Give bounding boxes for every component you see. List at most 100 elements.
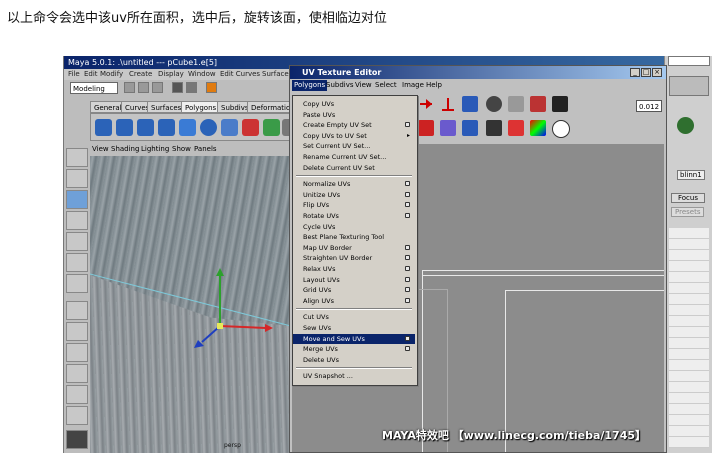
shaded-icon[interactable] [486,120,502,136]
minimize-icon[interactable]: _ [630,68,640,77]
flip-u-icon[interactable] [418,96,434,112]
panel-menu-lighting[interactable]: Lighting [141,145,169,153]
uv-menu-select[interactable]: Select [375,81,397,89]
perspective-viewport[interactable] [90,156,291,453]
rotate-tool-icon[interactable] [66,211,88,230]
menu-item-best-plane-texturing-tool[interactable]: Best Plane Texturing Tool [293,232,415,242]
poly-cube-icon[interactable] [116,119,133,136]
panel-menu-shading[interactable]: Shading [111,145,139,153]
dim-image-icon[interactable] [530,96,546,112]
menu-item-delete-uvs[interactable]: Delete UVs [293,355,415,365]
poly-cylinder-icon[interactable] [137,119,154,136]
menu-item-map-uv-border[interactable]: Map UV Border [293,243,415,253]
menu-item-delete-current-uv-set[interactable]: Delete Current UV Set [293,163,415,173]
panel-menu-view[interactable]: View [92,145,109,153]
poly-extrude-icon[interactable] [263,119,280,136]
menu-item-grid-uvs[interactable]: Grid UVs [293,285,415,295]
menu-item-set-current-uv-set[interactable]: Set Current UV Set... [293,141,415,151]
open-icon[interactable] [138,82,149,93]
presets-button[interactable]: Presets [671,207,705,217]
menu-item-merge-uvs[interactable]: Merge UVs [293,344,415,354]
poly-cone-icon[interactable] [158,119,175,136]
uv-menu-polygons[interactable]: Polygons [292,80,328,91]
option-box-icon[interactable] [405,122,410,128]
menu-item-normalize-uvs[interactable]: Normalize UVs [293,179,415,189]
attribute-field-list[interactable] [669,228,709,448]
component-mode-icon[interactable] [186,82,197,93]
rotate-uv-icon[interactable] [418,120,434,136]
display-image-icon[interactable] [486,96,502,112]
menu-item-cut-uvs[interactable]: Cut UVs [293,312,415,322]
menu-item-unitize-uvs[interactable]: Unitize UVs [293,190,415,200]
menu-item-cycle-uvs[interactable]: Cycle UVs [293,222,415,232]
last-tool-icon[interactable] [66,274,88,293]
shelf-tab-surfaces[interactable]: Surfaces [147,101,186,113]
scale-tool-icon[interactable] [66,232,88,251]
layout-two-icon[interactable] [66,343,88,362]
option-box-icon[interactable] [405,213,410,218]
snap-icon[interactable] [206,82,217,93]
maya-menu-edit[interactable]: Edit [84,70,98,78]
option-box-icon[interactable] [405,297,410,303]
select-tool-icon[interactable] [66,148,88,167]
menu-item-copy-uvs[interactable]: Copy UVs [293,99,415,109]
shelf-tab-polygons[interactable]: Polygons [181,101,221,113]
maya-menu-display[interactable]: Display [158,70,184,78]
poly-plane-icon[interactable] [179,119,196,136]
maya-menu-modify[interactable]: Modify [100,70,123,78]
poly-torus-icon[interactable] [200,119,217,136]
maya-menu-window[interactable]: Window [188,70,216,78]
mode-dropdown[interactable]: Modeling [70,82,118,94]
option-box-icon[interactable] [405,276,410,282]
option-box-icon[interactable] [405,335,410,341]
unfiltered-icon[interactable] [508,96,524,112]
uv-menu-help[interactable]: Help [426,81,442,89]
layout-persp-icon[interactable] [66,364,88,383]
move-manipulator-icon[interactable] [90,156,291,453]
render-globe-icon[interactable] [677,117,694,134]
option-box-icon[interactable] [405,266,410,271]
menu-item-straighten-uv-border[interactable]: Straighten UV Border [293,253,415,263]
menu-item-uv-snapshot[interactable]: UV Snapshot ... [293,371,415,381]
flip-v-icon[interactable] [440,96,456,112]
menu-item-layout-uvs[interactable]: Layout UVs [293,275,415,285]
maya-menu-edit-curves[interactable]: Edit Curves [220,70,260,78]
pixel-snap-icon[interactable] [552,96,568,112]
checker-icon[interactable] [440,120,456,136]
option-box-icon[interactable] [405,287,410,293]
uv-menu-subdivs[interactable]: Subdivs [326,81,354,89]
option-box-icon[interactable] [405,202,410,208]
folder-icon[interactable] [124,82,135,93]
layout-single-icon[interactable] [66,301,88,320]
poly-pipe-icon[interactable] [221,119,238,136]
menu-item-flip-uvs[interactable]: Flip UVs [293,200,415,210]
option-box-icon[interactable] [405,181,410,187]
menu-item-copy-uvs-to-uv-set[interactable]: Copy UVs to UV Set ▸ [293,131,415,141]
menu-item-create-empty-uv-set[interactable]: Create Empty UV Set [293,120,415,130]
option-box-icon[interactable] [405,346,410,352]
maya-menu-file[interactable]: File [68,70,80,78]
uv-grid-icon[interactable] [462,120,478,136]
option-box-icon[interactable] [405,191,410,197]
menu-item-paste-uvs[interactable]: Paste UVs [293,110,415,120]
uv-menu-view[interactable]: View [355,81,372,89]
menu-item-align-uvs[interactable]: Align UVs [293,296,415,306]
poly-sphere-icon[interactable] [95,119,112,136]
maya-menu-create[interactable]: Create [129,70,152,78]
layout-four-icon[interactable] [66,322,88,341]
uv-value-field[interactable]: 0.012 [636,100,662,112]
color-channel-icon[interactable] [530,120,546,136]
manipulator-tool-icon[interactable] [66,253,88,272]
option-box-icon[interactable] [405,255,410,261]
uv-menu-image[interactable]: Image [402,81,424,89]
alpha-channel-icon[interactable] [552,120,570,138]
lasso-tool-icon[interactable] [66,169,88,188]
menu-item-sew-uvs[interactable]: Sew UVs [293,323,415,333]
select-mode-icon[interactable] [172,82,183,93]
refresh-icon[interactable] [508,120,524,136]
move-tool-icon[interactable] [66,190,88,209]
grid-toggle-icon[interactable] [462,96,478,112]
menu-item-relax-uvs[interactable]: Relax UVs [293,264,415,274]
panel-menu-panels[interactable]: Panels [194,145,217,153]
layout-outliner-icon[interactable] [66,385,88,404]
